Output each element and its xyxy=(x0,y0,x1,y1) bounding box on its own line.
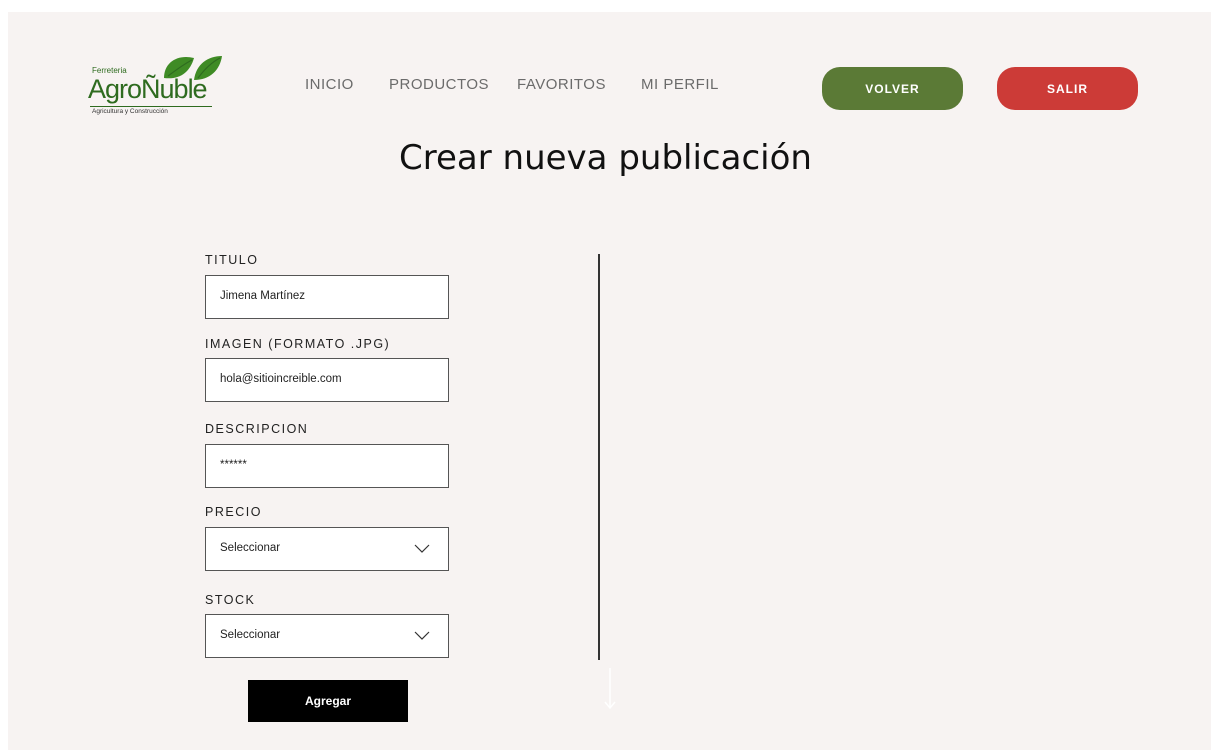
descripcion-label: DESCRIPCION xyxy=(205,422,309,436)
imagen-input[interactable]: hola@sitioincreible.com xyxy=(205,358,449,402)
logo-divider xyxy=(90,106,212,107)
titulo-label: TITULO xyxy=(205,253,259,267)
precio-label: PRECIO xyxy=(205,505,262,519)
volver-button-label: VOLVER xyxy=(865,81,920,96)
salir-button-label: SALIR xyxy=(1047,81,1088,96)
nav-item-mi-perfil[interactable]: MI PERFIL xyxy=(641,76,719,93)
vertical-divider xyxy=(598,254,600,660)
arrow-down-icon xyxy=(604,668,616,710)
precio-value: Seleccionar xyxy=(220,542,281,554)
nav-item-favoritos[interactable]: FAVORITOS xyxy=(517,76,606,93)
volver-button[interactable]: VOLVER xyxy=(822,67,963,110)
logo-main-text: AgroÑuble xyxy=(88,74,208,104)
logo-sub-text: Agricultura y Construcción xyxy=(92,108,168,115)
agregar-button[interactable]: Agregar xyxy=(248,680,408,722)
stock-value: Seleccionar xyxy=(220,629,281,641)
nav-item-inicio[interactable]: INICIO xyxy=(305,76,354,93)
page-background xyxy=(8,12,1211,750)
titulo-input[interactable]: Jimena Martínez xyxy=(205,275,449,319)
agregar-button-label: Agregar xyxy=(304,694,351,708)
titulo-value: Jimena Martínez xyxy=(220,290,306,302)
page-title: Crear nueva publicación xyxy=(399,138,812,178)
chevron-down-icon xyxy=(414,544,430,553)
salir-button[interactable]: SALIR xyxy=(997,67,1138,110)
agronuble-logo[interactable]: Ferreteria AgroÑuble Agricultura y Const… xyxy=(86,52,226,120)
descripcion-input[interactable]: ****** xyxy=(205,444,449,488)
imagen-value: hola@sitioincreible.com xyxy=(220,373,342,385)
nav-item-productos[interactable]: PRODUCTOS xyxy=(389,76,489,93)
precio-select[interactable]: Seleccionar xyxy=(205,527,449,571)
imagen-label: IMAGEN (FORMATO .JPG) xyxy=(205,337,391,351)
stock-select[interactable]: Seleccionar xyxy=(205,614,449,658)
stock-label: STOCK xyxy=(205,593,256,607)
chevron-down-icon xyxy=(414,631,430,640)
descripcion-value: ****** xyxy=(220,459,247,471)
